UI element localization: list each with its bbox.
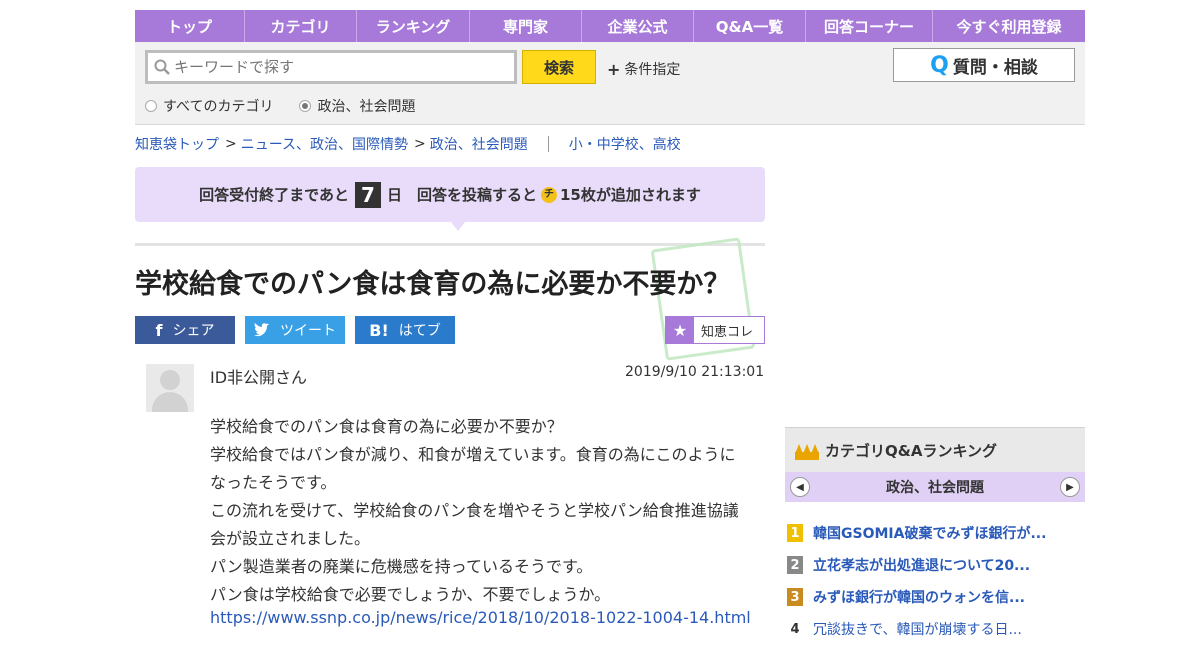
plus-icon: +: [607, 59, 621, 79]
breadcrumb-related[interactable]: 小・中学校、高校: [569, 134, 681, 154]
radio-all-categories[interactable]: すべてのカテゴリ: [145, 96, 273, 116]
divider: [547, 136, 549, 152]
body-line: パン製造業者の廃業に危機感を持っているそうです。: [210, 557, 593, 576]
search-input[interactable]: [174, 58, 494, 76]
breadcrumb-level1[interactable]: ニュース、政治、国際情勢: [241, 134, 408, 154]
divider: [135, 243, 765, 246]
nav-answer-corner[interactable]: 回答コーナー: [806, 10, 933, 42]
notice-after: 日 回答を投稿すると: [386, 186, 537, 204]
breadcrumb-home[interactable]: 知恵袋トップ: [135, 134, 219, 154]
ranking-category-bar: ◀ 政治、社会問題 ▶: [785, 472, 1085, 502]
breadcrumb-separator: >: [414, 136, 426, 152]
twitter-icon: [254, 323, 269, 337]
ranking-item[interactable]: 2 立花孝志が出処進退について20...: [785, 549, 1085, 581]
facebook-share-button[interactable]: f シェア: [135, 316, 235, 344]
search-icon: [154, 59, 170, 75]
answer-deadline-notice: 回答受付終了まであと 7 日 回答を投稿すると チ 15枚が追加されます: [135, 167, 765, 222]
ranking-category: 政治、社会問題: [886, 480, 984, 496]
conditions-link[interactable]: + 条件指定: [607, 59, 680, 79]
ranking-item[interactable]: 1 韓国GSOMIA破棄でみずほ銀行が...: [785, 517, 1085, 549]
body-line: パン食は学校給食で必要でしょうか、不要でしょうか。: [210, 585, 611, 604]
nav-top[interactable]: トップ: [135, 10, 245, 42]
nav-register[interactable]: 今すぐ利用登録: [933, 10, 1085, 42]
nav-ranking[interactable]: ランキング: [357, 10, 470, 42]
coin-icon: チ: [541, 186, 557, 203]
ask-question-label: 質問・相談: [952, 57, 1038, 78]
crown-icon: [795, 440, 819, 460]
breadcrumb: 知恵袋トップ > ニュース、政治、国際情勢 > 政治、社会問題 小・中学校、高校: [135, 134, 681, 154]
twitter-share-button[interactable]: ツイート: [245, 316, 345, 344]
questioner-name: ID非公開さん: [210, 368, 308, 387]
notice-before: 回答受付終了まであと: [199, 186, 349, 204]
body-line: 学校給食ではパン食が減り、和食が増えています。食育の為にこのように: [210, 445, 736, 464]
ranking-header: カテゴリQ&Aランキング: [785, 427, 1085, 472]
rank-number: 4: [790, 621, 800, 637]
radio-all-label: すべてのカテゴリ: [163, 99, 274, 115]
rank-number: 3: [787, 588, 803, 606]
ask-question-button[interactable]: Q 質問・相談: [893, 48, 1075, 82]
ranking-item-title: みずほ銀行が韓国のウォンを信...: [813, 590, 1025, 606]
search-button[interactable]: 検索: [522, 50, 596, 84]
search-area: 検索 + 条件指定 Q 質問・相談 すべてのカテゴリ 政治、社会問題: [135, 42, 1085, 125]
nav-qa-list[interactable]: Q&A一覧: [694, 10, 806, 42]
body-line: 学校給食でのパン食は食育の為に必要か不要か？: [210, 417, 563, 436]
nav-experts[interactable]: 専門家: [470, 10, 582, 42]
question-title: 学校給食でのパン食は食育の為に必要か不要か？: [135, 269, 731, 300]
avatar-body: [152, 392, 188, 412]
radio-cat-label: 政治、社会問題: [317, 99, 416, 115]
ranking-list: 1 韓国GSOMIA破棄でみずほ銀行が... 2 立花孝志が出処進退について20…: [785, 517, 1085, 645]
breadcrumb-separator: >: [225, 136, 237, 152]
rank-number: 2: [787, 556, 803, 574]
ranking-item-title: 韓国GSOMIA破棄でみずほ銀行が...: [813, 526, 1047, 542]
next-category-button[interactable]: ▶: [1060, 477, 1080, 497]
q-icon: Q: [930, 52, 949, 78]
hatena-icon: B!: [369, 320, 389, 340]
ranking-item-title: 冗談抜きで、韓国が崩壊する日...: [813, 622, 1022, 638]
global-nav: トップ カテゴリ ランキング 専門家 企業公式 Q&A一覧 回答コーナー 今すぐ…: [135, 10, 1085, 42]
post-date: 2019/9/10 21:13:01: [625, 364, 765, 380]
search-box[interactable]: [145, 50, 517, 84]
star-icon: ★: [666, 317, 694, 343]
ranking-item[interactable]: 3 みずほ銀行が韓国のウォンを信...: [785, 581, 1085, 613]
rank-number: 1: [787, 524, 803, 542]
body-line: 会が設立されました。: [210, 529, 371, 548]
twitter-share-label: ツイート: [280, 323, 336, 339]
breadcrumb-level2[interactable]: 政治、社会問題: [430, 134, 528, 154]
conditions-label: 条件指定: [624, 62, 681, 78]
body-line: この流れを受けて、学校給食のパン食を増やそうと学校パン給食推進協議: [210, 501, 739, 520]
prev-category-button[interactable]: ◀: [790, 477, 810, 497]
radio-dot-selected: [299, 100, 312, 112]
chie-collection-label: 知恵コレ: [701, 324, 754, 340]
ranking-title: カテゴリQ&Aランキング: [825, 441, 997, 460]
ranking-item[interactable]: 4 冗談抜きで、韓国が崩壊する日...: [785, 613, 1085, 645]
question-body: 学校給食でのパン食は食育の為に必要か不要か？ 学校給食ではパン食が減り、和食が増…: [210, 413, 750, 609]
body-line: なったそうです。: [210, 473, 337, 492]
notice-pointer: [451, 222, 465, 231]
avatar: [146, 364, 194, 412]
hatena-bookmark-button[interactable]: B! はてブ: [355, 316, 455, 344]
hatena-label: はてブ: [398, 323, 441, 339]
avatar-head: [160, 370, 180, 390]
nav-official[interactable]: 企業公式: [582, 10, 694, 42]
chie-collection-button[interactable]: ★ 知恵コレ: [665, 316, 765, 344]
reference-link[interactable]: https://www.ssnp.co.jp/news/rice/2018/10…: [210, 608, 751, 627]
ranking-item-title: 立花孝志が出処進退について20...: [813, 558, 1031, 574]
radio-this-category[interactable]: 政治、社会問題: [299, 96, 415, 116]
category-scope: すべてのカテゴリ 政治、社会問題: [145, 96, 441, 116]
notice-reward: 15枚が追加されます: [560, 186, 701, 204]
days-remaining: 7: [354, 181, 381, 208]
radio-dot: [145, 100, 157, 112]
nav-category[interactable]: カテゴリ: [245, 10, 357, 42]
facebook-share-label: シェア: [172, 323, 215, 339]
facebook-icon: f: [155, 320, 163, 340]
